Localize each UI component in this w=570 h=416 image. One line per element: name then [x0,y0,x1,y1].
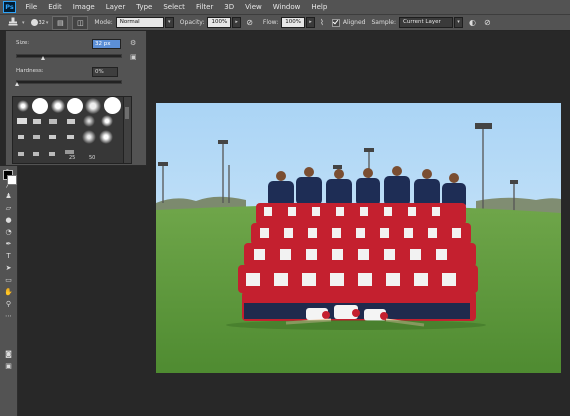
brush-preset-list: 25 50 [12,96,124,164]
hardness-slider[interactable] [16,80,122,84]
size-input[interactable]: 32 px [92,39,121,49]
airbrush-icon[interactable]: ⌇ [320,18,324,27]
pen-icon[interactable]: ✒ [0,238,17,250]
preset-scrollbar[interactable] [123,96,132,164]
menu-window[interactable]: Window [267,3,306,11]
zoom-icon[interactable]: ⚲ [0,298,17,310]
size-label: Size: [16,40,30,46]
brush-preset-panel: Size: 32 px ⚙ ▣ Hardness: 0% 25 50 [5,31,147,166]
ignore-adjustment-icon[interactable]: ◐ [469,18,476,27]
opacity-dropdown-icon[interactable]: ▸ [232,17,242,28]
opacity-label: Opacity: [179,19,205,26]
brush-preset-soft-3[interactable] [85,98,101,114]
color-swatches [0,324,17,348]
document-canvas[interactable] [156,103,561,373]
hardness-slider-thumb[interactable] [15,82,19,86]
menu-image[interactable]: Image [67,3,100,11]
brush-panel-toggle-icon[interactable]: ▤ [52,15,69,30]
eraser-icon[interactable]: ▱ [0,202,17,214]
sample-select[interactable]: Current Layer [399,17,454,28]
mode-select[interactable]: Normal [115,17,164,28]
tools-panel: ✎ ╱ ♟ ▱ ● ◔ ✒ T ➤ ▭ ✋ ⚲ ⋯ ◙ ▣ [0,166,18,416]
brush-preset-small-5[interactable] [18,152,24,156]
brush-preset-soft-7[interactable] [99,130,113,144]
tool-preset-dropdown-icon[interactable]: ▾ [22,20,25,26]
menu-select[interactable]: Select [158,3,191,11]
menu-3d[interactable]: 3D [219,3,240,11]
sample-label: Sample: [371,19,397,26]
menu-help[interactable]: Help [306,3,333,11]
menu-file[interactable]: File [20,3,43,11]
brush-preset-soft-4[interactable] [83,115,95,127]
mode-dropdown-icon[interactable]: ▾ [164,17,174,28]
menu-view[interactable]: View [240,3,268,11]
aligned-label: Aligned [342,19,366,26]
chevron-down-icon: ▾ [45,19,49,26]
brush-preset-small-2[interactable] [33,135,40,139]
blur-icon[interactable]: ● [0,214,17,226]
brush-preset-small-4[interactable] [67,135,74,139]
dodge-icon[interactable]: ◔ [0,226,17,238]
brush-preset-square-4[interactable] [67,119,75,124]
opacity-input[interactable]: 100% [207,17,232,28]
size-slider-thumb[interactable] [41,56,45,60]
gear-icon[interactable]: ⚙ [130,40,138,47]
menu-bar: Ps File Edit Image Layer Type Select Fil… [0,0,570,14]
screen-mode-icon[interactable]: ▣ [0,360,17,372]
type-icon[interactable]: T [0,250,17,262]
clone-stamp-icon[interactable] [4,16,22,29]
brush-preset-square-1[interactable] [17,118,27,124]
brush-preset-small-6[interactable] [33,152,39,156]
size-slider[interactable] [16,54,122,58]
options-bar: ▾ 32 ▾ ▤ ◫ Mode: Normal ▾ Opacity: 100% … [0,14,570,31]
brush-preset-hard-1[interactable] [32,98,48,114]
hardness-label: Hardness: [16,68,44,74]
mode-label: Mode: [94,19,113,26]
brush-preset-soft-2[interactable] [51,99,65,113]
scrollbar-thumb[interactable] [125,107,129,119]
brush-preset-soft-6[interactable] [82,130,96,144]
brush-preset-small-3[interactable] [49,135,56,139]
brush-preset-picker[interactable]: 32 ▾ [30,19,49,26]
quick-mask-icon[interactable]: ◙ [0,348,17,360]
brush-preset-small-1[interactable] [18,135,24,139]
menu-filter[interactable]: Filter [190,3,218,11]
brush-preset-number: 25 [69,155,76,161]
menu-type[interactable]: Type [131,3,158,11]
sample-dropdown-icon[interactable]: ▾ [454,17,464,28]
brush-preset-square-3[interactable] [49,119,57,124]
rectangle-icon[interactable]: ▭ [0,274,17,286]
flow-label: Flow: [262,19,279,26]
flow-dropdown-icon[interactable]: ▸ [306,17,316,28]
brush-preset-soft-5[interactable] [101,115,113,127]
pressure-size-icon[interactable]: ⊘ [484,18,491,27]
path-selection-icon[interactable]: ➤ [0,262,17,274]
menu-layer[interactable]: Layer [100,3,131,11]
more-tools-icon[interactable]: ⋯ [0,310,17,322]
photoshop-logo: Ps [3,1,16,13]
brush-preview-icon [30,19,38,26]
background-color-swatch[interactable] [7,175,17,185]
aligned-checkbox[interactable] [331,18,340,27]
flow-input[interactable]: 100% [281,17,306,28]
clone-source-icon[interactable]: ◫ [72,15,89,30]
team-photo [156,103,561,373]
brush-preset-soft-1[interactable] [17,100,29,112]
brush-preset-square-2[interactable] [33,119,41,124]
brush-preset-small-8[interactable] [65,150,74,154]
brush-preset-small-7[interactable] [49,152,55,156]
clone-stamp-tool-icon[interactable]: ♟ [0,190,17,202]
new-preset-icon[interactable]: ▣ [130,54,138,61]
brush-size-readout: 32 [38,19,45,26]
hand-icon[interactable]: ✋ [0,286,17,298]
brush-preset-number: 50 [89,155,96,161]
pressure-opacity-icon[interactable]: ⊘ [246,18,253,27]
hardness-input[interactable]: 0% [92,67,118,77]
brush-preset-hard-3[interactable] [104,97,121,114]
menu-edit[interactable]: Edit [43,3,68,11]
brush-preset-hard-2[interactable] [67,98,83,114]
